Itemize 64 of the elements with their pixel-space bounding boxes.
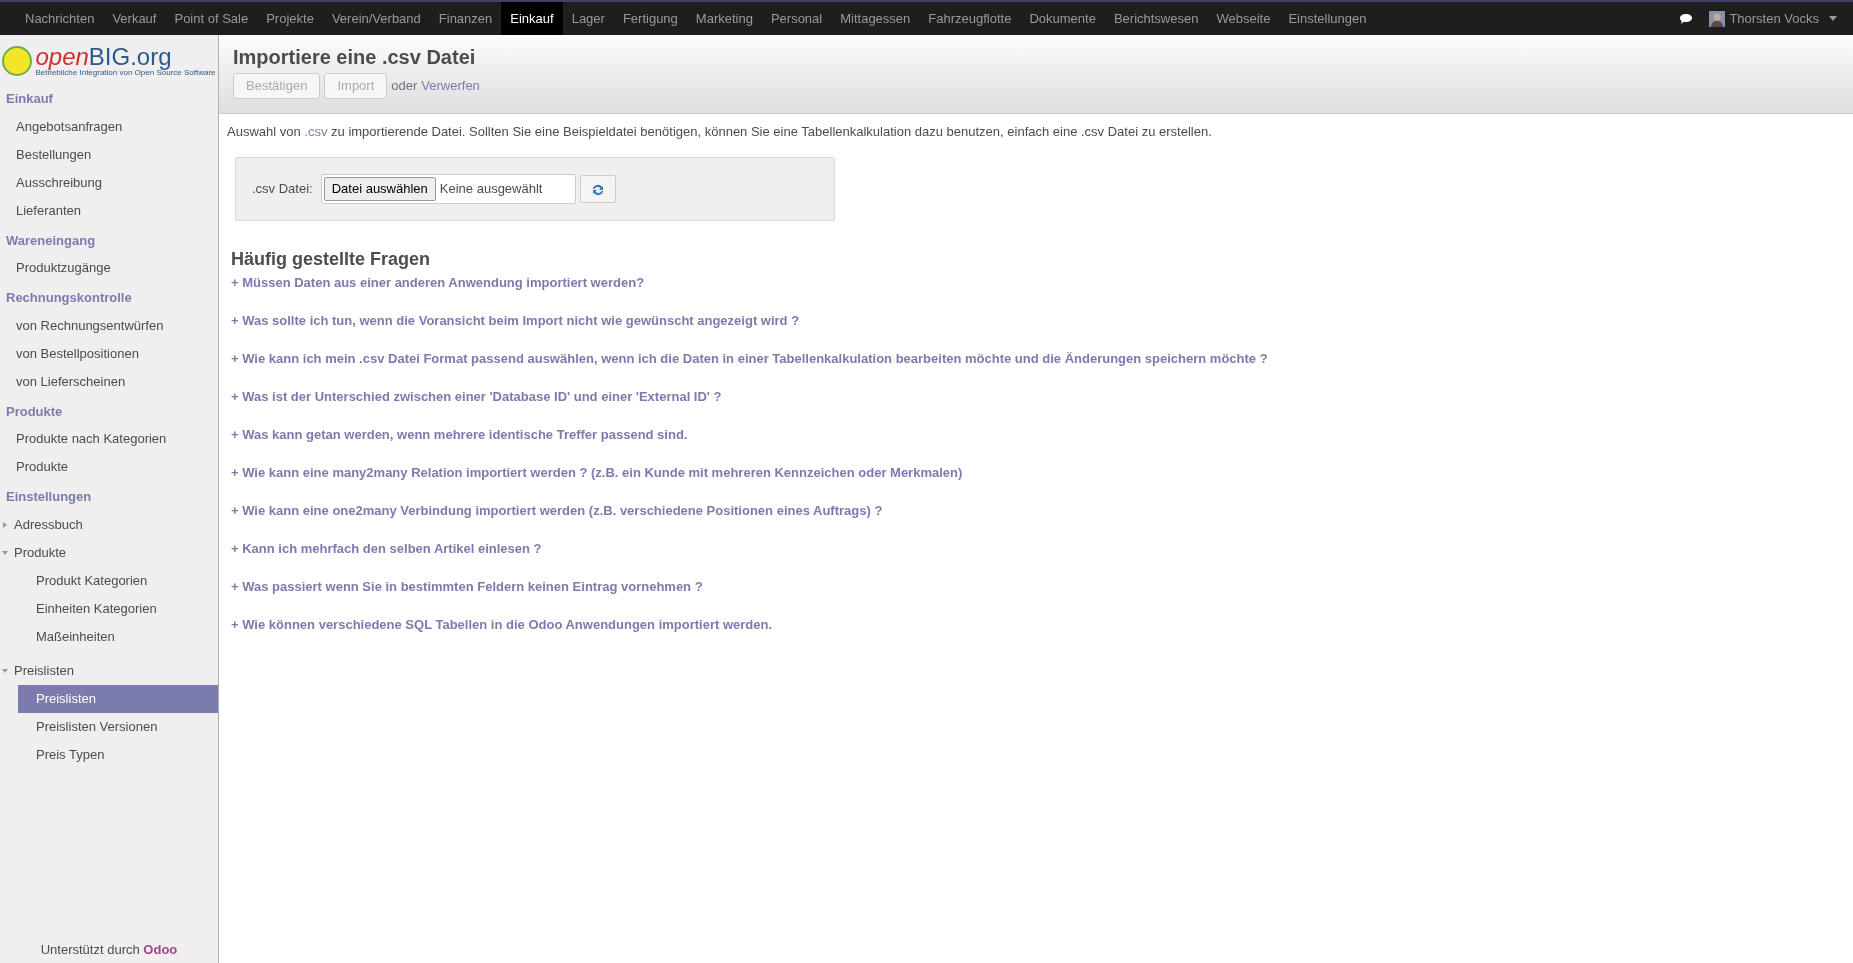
section-heading: Einstellungen	[5, 488, 93, 506]
faq-question-link[interactable]: + Wie kann eine one2many Verbindung importiert werden (z.B. verschiedene Positionen eines Auftrags) ?	[231, 492, 1845, 531]
menu-item[interactable]: Lieferanten	[0, 196, 218, 225]
faq-question-link[interactable]: + Was sollte ich tun, wenn die Voransicht beim Import nicht wie gewünscht angezeigt wird ?	[231, 302, 1845, 341]
menu-item[interactable]: Dokumente	[1020, 2, 1105, 35]
menu-item[interactable]: Preislisten Versionen	[18, 712, 218, 741]
faq-question-link[interactable]: + Wie können verschiedene SQL Tabellen in die Odoo Anwendungen importiert werden.	[231, 606, 1845, 645]
menu-item[interactable]: Marketing	[686, 2, 762, 35]
menu-item[interactable]: Maßeinheiten	[18, 622, 218, 651]
logo-tagline: Betriebliche Integration von Open Source Software	[35, 69, 216, 77]
file-input-field[interactable]: Datei auswählen Keine ausgewählt	[320, 174, 576, 204]
discard-link[interactable]: Verwerfen	[421, 76, 480, 96]
menu-item[interactable]: Angebotsanfragen	[0, 112, 218, 141]
faq-question-link[interactable]: + Kann ich mehrfach den selben Artikel einlesen ?	[231, 530, 1845, 569]
menu-item[interactable]: Projekte	[257, 2, 323, 35]
menu-item[interactable]: von Lieferscheinen	[0, 367, 218, 396]
csv-link[interactable]: .csv	[304, 123, 328, 139]
menu-item[interactable]: Preis Typen	[18, 740, 218, 769]
menu-item[interactable]: Ausschreibung	[0, 168, 218, 197]
section-title: Häufig gestellte Fragen	[231, 248, 432, 271]
faq-question-link[interactable]: + Was kann getan werden, wenn mehrere identische Treffer passend sind.	[231, 416, 1845, 455]
menu-item[interactable]: Preislisten	[18, 684, 218, 713]
logo-text: openBIG.org	[35, 45, 173, 69]
field-label: .csv Datei:	[252, 180, 313, 198]
menu-item[interactable]: Einheiten Kategorien	[18, 594, 218, 623]
menu-item[interactable]: Finanzen	[429, 2, 502, 35]
section-heading: Rechnungskontrolle	[5, 289, 133, 307]
menu-item[interactable]: Personal	[761, 2, 832, 35]
section-heading: Wareneingang	[5, 231, 97, 250]
menu-item[interactable]: Fertigung	[613, 2, 687, 35]
menu-item[interactable]: Berichtswesen	[1104, 2, 1208, 35]
menu-item[interactable]: Verkauf	[103, 2, 166, 35]
menu-item[interactable]: Einkauf	[501, 2, 563, 35]
menu-item[interactable]: Nachrichten	[16, 2, 104, 35]
menu-item[interactable]: Produkte	[0, 453, 218, 481]
menu-item[interactable]: von Bestellpositionen	[0, 339, 218, 368]
menu-item[interactable]: Adressbuch	[0, 510, 218, 539]
menu-item[interactable]: Produkt Kategorien	[18, 566, 218, 595]
section-heading: Einkauf	[5, 90, 54, 108]
menu-item[interactable]: Mittagessen	[831, 2, 920, 35]
logo[interactable]: openBIG.org Betriebliche Integration von Open Source Software	[0, 35, 218, 83]
page-title: Importiere eine .csv Datei	[233, 45, 477, 69]
menu-item[interactable]: Fahrzeugflotte	[919, 2, 1021, 35]
menu-item[interactable]: Einstellungen	[1279, 2, 1376, 35]
menu-item[interactable]: Webseite	[1207, 2, 1280, 35]
faq-question-link[interactable]: + Wie kann eine many2many Relation importiert werden ? (z.B. ein Kunde mit mehreren Kennzeichen oder Merkmalen)	[231, 454, 1845, 493]
footer-text: Unterstützt durch Odoo	[39, 940, 179, 959]
odoo-link[interactable]: Odoo	[143, 941, 178, 957]
menu-item[interactable]: Point of Sale	[165, 2, 258, 35]
menu-item[interactable]: Produktzugänge	[0, 254, 218, 282]
faq-question-link[interactable]: + Was passiert wenn Sie in bestimmten Feldern keinen Eintrag vornehmen ?	[231, 568, 1845, 607]
faq-question-link[interactable]: + Was ist der Unterschied zwischen einer 'Database ID' und einer 'External ID' ?	[231, 378, 1845, 417]
menu-item[interactable]: Verein/Verband	[322, 2, 430, 35]
faq-question-link[interactable]: + Wie kann ich mein .csv Datei Format passend auswählen, wenn ich die Daten in einer Tabellenkalkulation bearbeiten möchte und die Änderungen speichern möchte ?	[231, 340, 1845, 379]
user-menu[interactable]: Thorsten Vocks	[1709, 8, 1837, 29]
menu-item[interactable]: Produkte	[0, 538, 218, 567]
menu-item[interactable]: Lager	[562, 2, 614, 35]
menu-item[interactable]: Produkte nach Kategorien	[0, 425, 218, 453]
intro-text: Auswahl von .csv zu importierende Datei. Sollten Sie eine Beispieldatei benötigen, können Sie eine Tabellenkalkulation dazu benutzen, einfach eine .csv Datei zu erstellen.	[227, 122, 1213, 141]
menu-item[interactable]: Preislisten	[0, 656, 218, 685]
menu-item[interactable]: von Rechnungsentwürfen	[0, 311, 218, 340]
or-text: oder	[391, 77, 418, 95]
section-heading: Produkte	[5, 402, 64, 421]
menu-item[interactable]: Bestellungen	[0, 140, 218, 169]
